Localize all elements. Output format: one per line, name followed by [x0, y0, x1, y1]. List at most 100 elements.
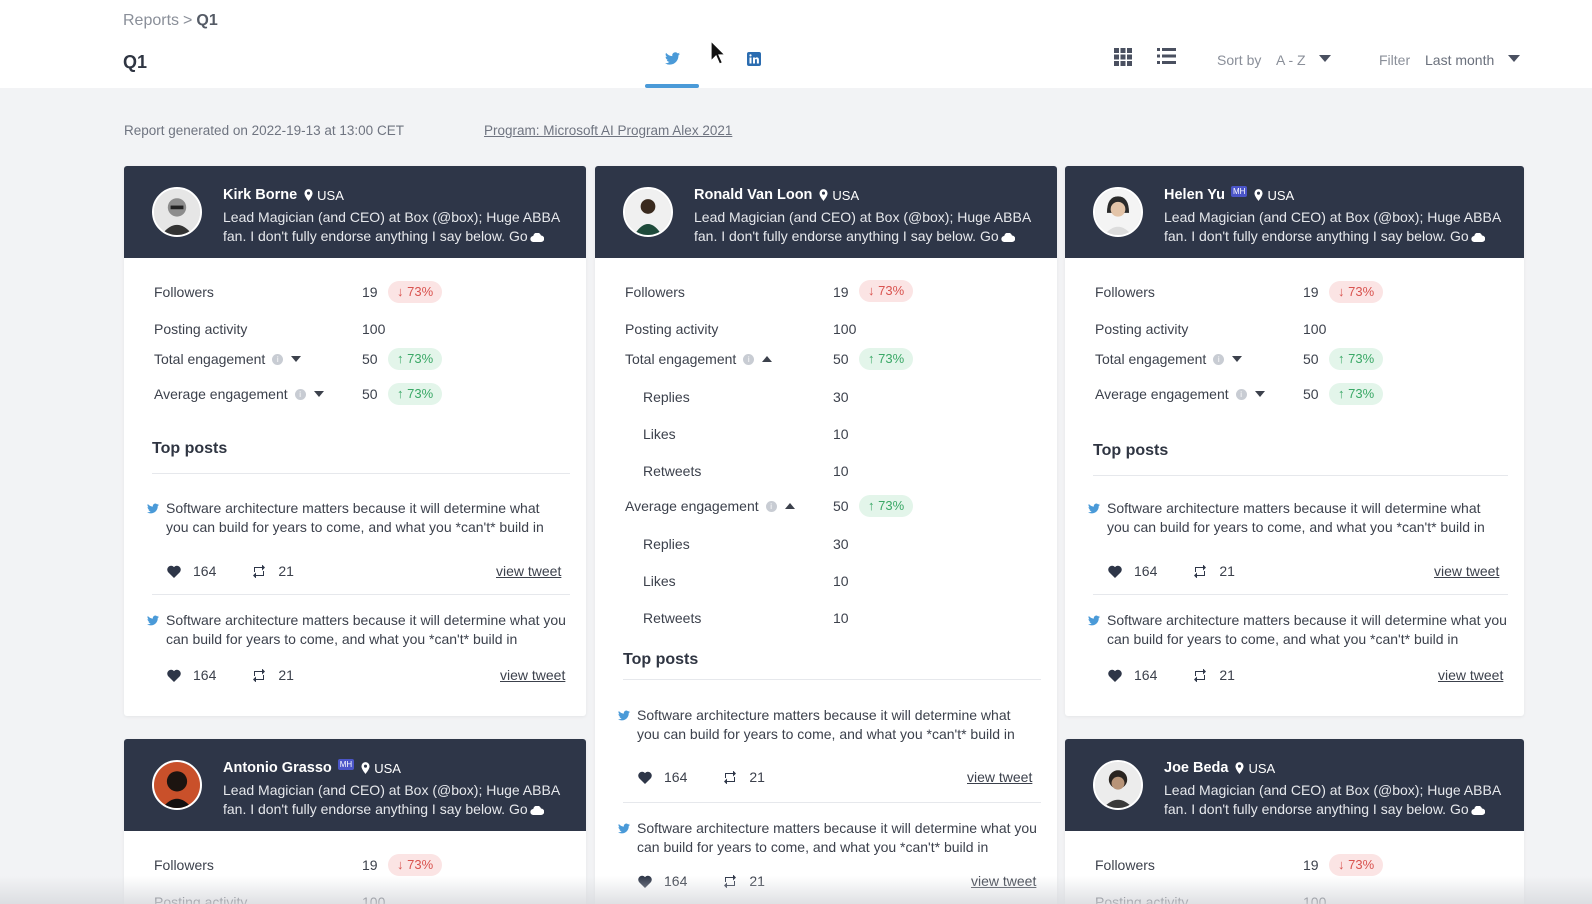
followers-change-badge: ↓ 73%: [388, 854, 443, 876]
filter-dropdown[interactable]: Last month: [1425, 52, 1494, 68]
sort-dropdown[interactable]: A - Z: [1276, 52, 1306, 68]
avatar: [1093, 760, 1143, 810]
followers-value: 19: [833, 284, 849, 300]
author-bio: Lead Magician (and CEO) at Box (@box); H…: [223, 781, 578, 819]
total-engagement-label: Total engagement: [154, 351, 266, 367]
post-meta: 164 21: [1108, 563, 1235, 579]
twitter-icon: [147, 615, 159, 626]
average-engagement-change-badge: ↑ 73%: [859, 495, 914, 517]
post-text: Software architecture matters because it…: [637, 820, 1037, 855]
followers-label: Followers: [625, 284, 685, 300]
card-header: Kirk Borne USA Lead Magician (and CEO) a…: [124, 166, 586, 258]
total-engagement-change-badge: ↑ 73%: [1329, 348, 1384, 370]
twitter-icon: [664, 52, 680, 65]
divider: [1093, 594, 1508, 595]
location-pin-icon: [1254, 189, 1263, 201]
average-engagement-label: Average engagement: [1095, 386, 1229, 402]
retweet-icon: [253, 564, 266, 578]
breadcrumb-reports[interactable]: Reports: [123, 12, 179, 29]
avatar: [152, 187, 202, 237]
retweet-icon: [253, 668, 266, 682]
author-bio-text: Lead Magician (and CEO) at Box (@box); H…: [223, 209, 560, 244]
average-replies-label: Replies: [643, 536, 690, 552]
author-bio-text: Lead Magician (and CEO) at Box (@box); H…: [1164, 782, 1501, 817]
total-engagement-label: Total engagement: [625, 351, 737, 367]
author-country: USA: [317, 187, 344, 203]
top-bar: Reports > Q1 Q1 Sort by A - Z Filter Last …: [0, 0, 1592, 88]
chevron-down-icon[interactable]: [291, 356, 302, 362]
posting-activity-value: 100: [362, 321, 386, 337]
view-tweet-link[interactable]: view tweet: [967, 769, 1032, 785]
chevron-up-icon[interactable]: [784, 503, 795, 509]
chevron-up-icon[interactable]: [762, 356, 773, 362]
followers-label: Followers: [1095, 857, 1155, 873]
chevron-down-icon[interactable]: [313, 391, 324, 397]
list-icon: [1157, 48, 1176, 64]
retweets-count: 21: [278, 667, 294, 683]
author-name[interactable]: Joe Beda: [1164, 760, 1228, 776]
card-header: Ronald Van Loon USA Lead Magician (and C…: [595, 166, 1057, 258]
author-name[interactable]: Antonio Grasso: [223, 760, 332, 776]
view-tweet-link[interactable]: view tweet: [1438, 667, 1503, 683]
total-engagement-row: Total engagement i: [1095, 351, 1243, 367]
heart-icon: [1108, 669, 1122, 682]
post-text: Software architecture matters because it…: [166, 612, 566, 647]
info-icon[interactable]: i: [1235, 388, 1247, 400]
bottom-fade: [0, 876, 1592, 904]
avatar: [152, 760, 202, 810]
author-country: USA: [832, 187, 860, 203]
sort-chevron-down-icon[interactable]: [1319, 55, 1331, 62]
info-icon[interactable]: i: [1213, 353, 1225, 365]
author-country: USA: [374, 760, 401, 776]
followers-label: Followers: [154, 284, 214, 300]
avatar: [623, 187, 673, 237]
cloud-icon: [1001, 232, 1015, 242]
location-pin-icon: [304, 189, 313, 201]
posting-activity-value: 100: [1303, 321, 1327, 337]
post-text: Software architecture matters because it…: [637, 707, 1015, 742]
author-name[interactable]: Helen Yu: [1164, 187, 1225, 203]
author-name[interactable]: Kirk Borne: [223, 187, 297, 203]
posting-activity-label: Posting activity: [625, 321, 719, 337]
info-icon[interactable]: i: [743, 353, 755, 365]
author-bio: Lead Magician (and CEO) at Box (@box); H…: [1164, 781, 1519, 819]
divider: [152, 594, 570, 595]
author-name[interactable]: Ronald Van Loon: [694, 187, 812, 203]
location-pin-icon: [819, 189, 828, 201]
followers-label: Followers: [154, 857, 214, 873]
view-tweet-link[interactable]: view tweet: [496, 563, 561, 579]
twitter-icon: [1088, 503, 1100, 514]
heart-icon: [167, 565, 181, 578]
view-tweet-link[interactable]: view tweet: [500, 667, 565, 683]
tab-linkedin[interactable]: [727, 46, 781, 88]
tab-twitter[interactable]: [645, 46, 699, 88]
view-tweet-link[interactable]: view tweet: [1434, 563, 1499, 579]
average-engagement-change-badge: ↑ 73%: [1329, 383, 1384, 405]
likes-count: 164: [193, 667, 217, 683]
average-likes-label: Likes: [643, 573, 676, 589]
info-icon[interactable]: i: [294, 388, 306, 400]
page-title: Q1: [123, 52, 148, 72]
twitter-icon: [618, 710, 630, 721]
average-engagement-value: 50: [1303, 386, 1319, 402]
average-retweets-value: 10: [833, 610, 849, 626]
list-view-button[interactable]: [1157, 48, 1179, 70]
total-engagement-change-badge: ↑ 73%: [388, 348, 443, 370]
grid-view-button[interactable]: [1114, 48, 1136, 70]
report-generated-text: Report generated on 2022-19-13 at 13:00 …: [124, 123, 404, 138]
grid-icon: [1114, 48, 1132, 66]
divider: [1093, 475, 1508, 476]
posting-activity-label: Posting activity: [154, 321, 248, 337]
average-engagement-label: Average engagement: [154, 386, 288, 402]
followers-change-badge: ↓ 73%: [1329, 854, 1384, 876]
card-header: Helen Yu MH USA Lead Magician (and CEO) …: [1065, 166, 1524, 258]
total-engagement-value: 50: [1303, 351, 1319, 367]
info-icon[interactable]: i: [272, 353, 284, 365]
filter-chevron-down-icon[interactable]: [1508, 55, 1520, 62]
likes-count: 164: [664, 769, 688, 785]
info-icon[interactable]: i: [765, 500, 777, 512]
chevron-down-icon[interactable]: [1254, 391, 1265, 397]
total-replies-value: 30: [833, 389, 849, 405]
chevron-down-icon[interactable]: [1232, 356, 1243, 362]
program-link[interactable]: Program: Microsoft AI Program Alex 2021: [484, 123, 732, 138]
